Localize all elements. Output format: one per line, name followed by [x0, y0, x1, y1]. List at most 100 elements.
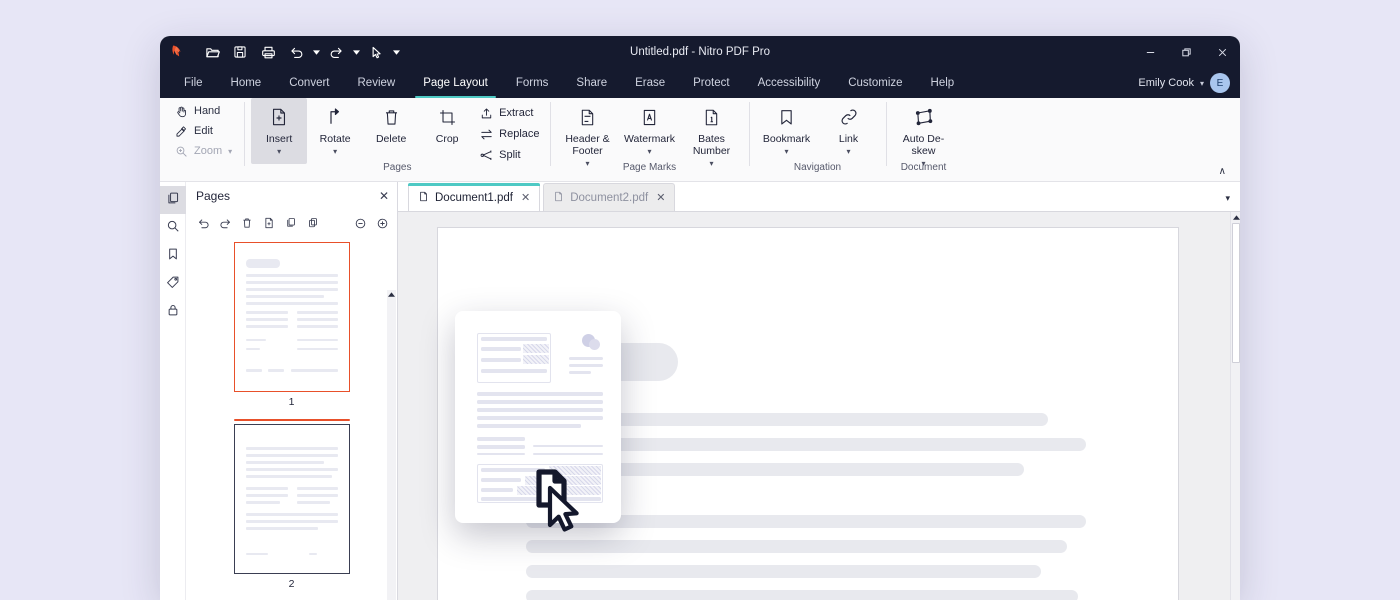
rotate-pages-button[interactable]: Rotate ▾	[307, 98, 363, 156]
open-file-button[interactable]	[198, 39, 226, 65]
avatar[interactable]: E	[1210, 73, 1230, 93]
minimize-button[interactable]	[1132, 36, 1168, 68]
extract-page-button[interactable]	[284, 216, 298, 230]
ribbon-group-navigation-label: Navigation	[756, 162, 880, 173]
hand-tool-button[interactable]: Hand	[174, 104, 232, 118]
close-icon[interactable]: ✕	[379, 189, 389, 203]
document-tab-2-label: Document2.pdf	[570, 192, 648, 204]
zoom-tool-caret-icon[interactable]: ▾	[228, 147, 232, 156]
scroll-up-arrow-icon[interactable]	[1231, 212, 1240, 222]
chevron-down-icon[interactable]: ▾	[1200, 79, 1204, 88]
scroll-up-arrow-icon[interactable]	[387, 290, 396, 298]
insert-pages-caret-icon[interactable]: ▾	[277, 147, 281, 156]
trash-icon	[382, 104, 401, 130]
insert-page-button[interactable]	[262, 216, 276, 230]
restore-button[interactable]	[1168, 36, 1204, 68]
document-tab-2[interactable]: Document2.pdf ✕	[543, 183, 675, 211]
tab-review[interactable]: Review	[344, 68, 410, 98]
ribbon-group-document: Auto De-skew ▾ Document	[893, 98, 955, 178]
auto-deskew-label: Auto De-skew	[895, 133, 953, 157]
redo-button[interactable]	[218, 216, 232, 230]
undo-button[interactable]	[282, 39, 310, 65]
thumbnail-item-1[interactable]: 1	[186, 242, 397, 408]
extract-button[interactable]: Extract	[479, 106, 539, 120]
extract-up-arrow-icon	[479, 106, 493, 120]
watermark-caret-icon[interactable]: ▾	[647, 147, 651, 156]
title-bar: Untitled.pdf - Nitro PDF Pro	[160, 36, 1240, 68]
document-tab-1[interactable]: Document1.pdf ✕	[408, 183, 540, 211]
bates-number-page-icon	[702, 104, 721, 130]
bookmark-caret-icon[interactable]: ▾	[784, 147, 788, 156]
page-thumbnail-list[interactable]: 1	[186, 236, 397, 600]
watermark-button[interactable]: Watermark ▾	[619, 98, 681, 156]
pages-panel-scrollbar[interactable]	[387, 290, 396, 600]
select-tool-dropdown-caret-icon[interactable]	[390, 39, 402, 65]
auto-deskew-button[interactable]: Auto De-skew ▾	[893, 98, 955, 168]
replace-button[interactable]: Replace	[479, 127, 539, 141]
page-thumbnail[interactable]	[234, 242, 350, 392]
sidebar-item-search[interactable]	[160, 214, 186, 242]
bates-number-button[interactable]: Bates Number ▾	[681, 98, 743, 168]
insert-pages-button[interactable]: Insert ▾	[251, 98, 307, 164]
tab-protect[interactable]: Protect	[679, 68, 743, 98]
duplicate-page-button[interactable]	[306, 216, 320, 230]
close-button[interactable]	[1204, 36, 1240, 68]
tab-help[interactable]: Help	[917, 68, 969, 98]
zoom-in-button[interactable]	[375, 216, 389, 230]
save-button[interactable]	[226, 39, 254, 65]
link-button[interactable]: Link ▾	[818, 98, 880, 156]
zoom-tool-button[interactable]: Zoom ▾	[174, 144, 232, 158]
delete-page-button[interactable]	[240, 216, 254, 230]
page-number-label: 1	[186, 396, 397, 408]
print-button[interactable]	[254, 39, 282, 65]
pages-panel-title: Pages	[196, 189, 230, 203]
document-scrollbar[interactable]	[1230, 212, 1240, 600]
close-icon[interactable]: ✕	[521, 191, 530, 204]
sidebar-item-tags[interactable]	[160, 270, 186, 298]
undo-button[interactable]	[196, 216, 210, 230]
drop-indicator	[234, 419, 350, 421]
bookmark-button[interactable]: Bookmark ▾	[756, 98, 818, 156]
page-thumbnail[interactable]	[234, 424, 350, 574]
edit-pencil-icon	[174, 124, 188, 138]
insert-pages-label: Insert	[266, 133, 292, 145]
preview-logo-mark	[589, 339, 600, 350]
tab-page-layout[interactable]: Page Layout	[409, 68, 502, 98]
link-caret-icon[interactable]: ▾	[846, 147, 850, 156]
undo-dropdown-caret-icon[interactable]	[310, 39, 322, 65]
edit-tool-button[interactable]: Edit	[174, 124, 232, 138]
split-button[interactable]: Split	[479, 148, 539, 162]
sidebar-item-bookmarks[interactable]	[160, 242, 186, 270]
tab-accessibility[interactable]: Accessibility	[744, 68, 835, 98]
tab-customize[interactable]: Customize	[834, 68, 916, 98]
zoom-out-button[interactable]	[353, 216, 367, 230]
sidebar-item-security[interactable]	[160, 298, 186, 326]
tab-home[interactable]: Home	[217, 68, 276, 98]
page-file-icon	[418, 191, 429, 205]
redo-button[interactable]	[322, 39, 350, 65]
hand-icon	[174, 104, 188, 118]
tab-erase[interactable]: Erase	[621, 68, 679, 98]
delete-pages-button[interactable]: Delete	[363, 98, 419, 145]
redo-dropdown-caret-icon[interactable]	[350, 39, 362, 65]
ribbon-tab-bar: File Home Convert Review Page Layout For…	[160, 68, 1240, 98]
close-icon[interactable]: ✕	[656, 191, 665, 204]
page-insert-icon	[269, 104, 289, 130]
thumbnail-item-2[interactable]: 2	[186, 424, 397, 590]
tab-share[interactable]: Share	[562, 68, 621, 98]
tab-file[interactable]: File	[170, 68, 217, 98]
drag-cursor	[526, 466, 596, 541]
user-account-area[interactable]: Emily Cook ▾ E	[1138, 68, 1230, 98]
sidebar-rail	[160, 182, 186, 600]
tab-overflow-caret-icon[interactable]: ▾	[1225, 193, 1230, 204]
rotate-pages-caret-icon[interactable]: ▾	[333, 147, 337, 156]
crop-pages-button[interactable]: Crop	[419, 98, 475, 145]
header-footer-button[interactable]: Header & Footer ▾	[557, 98, 619, 168]
select-tool-button[interactable]	[362, 39, 390, 65]
bookmark-icon	[777, 104, 796, 130]
collapse-ribbon-button[interactable]: ∧	[1219, 166, 1226, 177]
scrollbar-thumb[interactable]	[1232, 223, 1240, 363]
tab-forms[interactable]: Forms	[502, 68, 563, 98]
sidebar-item-pages[interactable]	[160, 186, 186, 214]
tab-convert[interactable]: Convert	[275, 68, 343, 98]
